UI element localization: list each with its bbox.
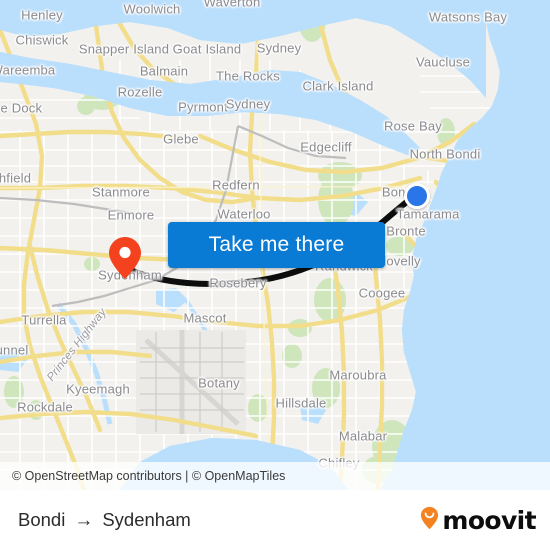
map-canvas[interactable]: Woolwich Waverton Watsons Bay Henley Chiswic…	[0, 0, 550, 490]
arrow-right-icon: →	[74, 509, 94, 531]
take-me-there-button[interactable]: Take me there	[168, 222, 385, 268]
moovit-trip-map-screen: Woolwich Waverton Watsons Bay Henley Chiswic…	[0, 0, 550, 550]
origin-marker-dot[interactable]	[404, 183, 430, 209]
moovit-wordmark: moovit	[442, 505, 536, 535]
footer-bar: Bondi → Sydenham moovit	[0, 490, 550, 550]
moovit-pin-icon	[420, 506, 439, 535]
route-destination-label: Sydenham	[102, 509, 191, 530]
map-attribution: © OpenStreetMap contributors | © OpenMap…	[0, 462, 550, 490]
destination-marker-pin[interactable]	[108, 236, 142, 280]
route-summary: Bondi → Sydenham	[18, 509, 191, 531]
route-origin-label: Bondi	[18, 509, 66, 530]
moovit-logo[interactable]: moovit	[420, 505, 537, 535]
attribution-text: © OpenStreetMap contributors | © OpenMap…	[12, 469, 286, 483]
